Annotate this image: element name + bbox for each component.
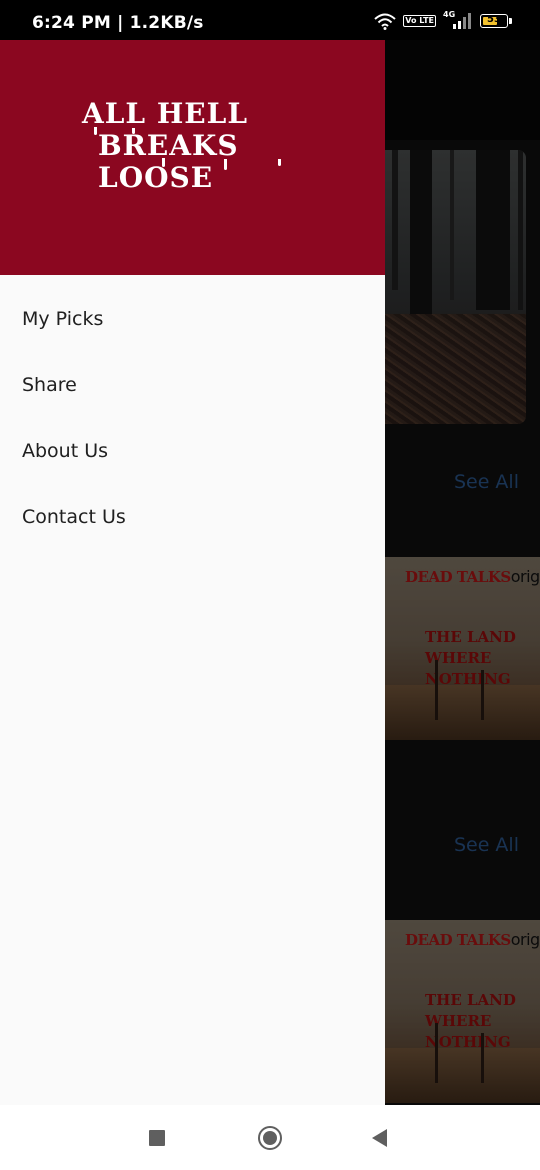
navigation-drawer: ALL HELL BREAKS LOOSE My Picks Share Abo… — [0, 40, 385, 1105]
signal-icon: 4G — [443, 10, 473, 30]
status-bar: 6:24 PM | 1.2KB/s Vo LTE 4G 53 — [0, 0, 540, 40]
volte-icon: Vo LTE — [403, 15, 436, 27]
back-button[interactable] — [372, 1129, 387, 1147]
menu-item-about-us[interactable]: About Us — [0, 418, 385, 484]
system-navigation-bar — [0, 1105, 540, 1170]
status-icons: Vo LTE 4G 53 — [374, 10, 512, 30]
recents-button[interactable] — [149, 1130, 165, 1146]
drawer-menu: My Picks Share About Us Contact Us — [0, 286, 385, 550]
drawer-header: ALL HELL BREAKS LOOSE — [0, 40, 385, 275]
logo-line1: ALL HELL — [82, 97, 249, 130]
wifi-icon — [374, 13, 396, 30]
menu-item-share[interactable]: Share — [0, 352, 385, 418]
battery-level: 53 — [487, 14, 501, 25]
status-time: 6:24 PM | 1.2KB/s — [32, 13, 204, 33]
home-button[interactable] — [258, 1126, 282, 1150]
menu-item-my-picks[interactable]: My Picks — [0, 286, 385, 352]
battery-icon: 53 — [480, 14, 512, 28]
app-logo: ALL HELL BREAKS LOOSE — [82, 98, 312, 194]
drawer-scrim[interactable] — [385, 40, 540, 1105]
menu-item-contact-us[interactable]: Contact Us — [0, 484, 385, 550]
